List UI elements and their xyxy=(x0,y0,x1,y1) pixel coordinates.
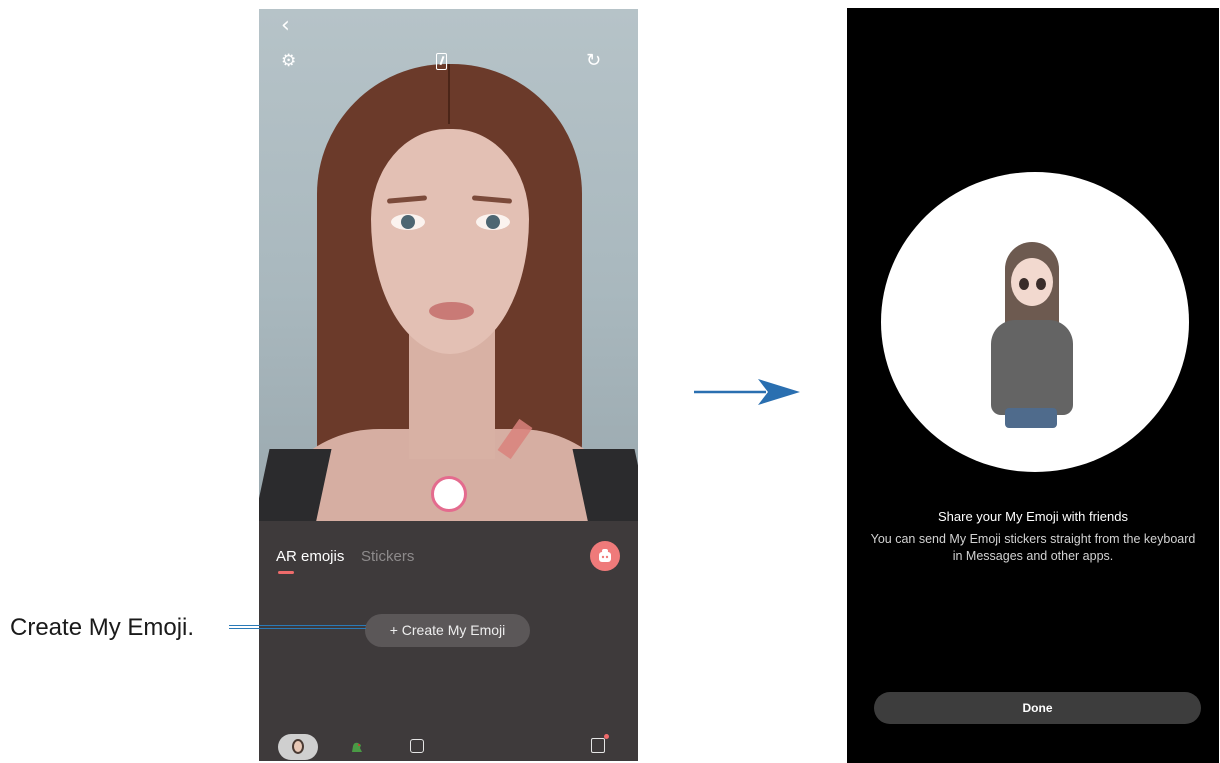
share-title: Share your My Emoji with friends xyxy=(937,509,1128,524)
done-button[interactable]: Done xyxy=(874,692,1201,724)
flow-arrow-icon xyxy=(694,379,800,405)
avatar-sweater xyxy=(991,320,1073,415)
subject-lips xyxy=(429,302,474,320)
avatar-jeans xyxy=(1005,408,1057,428)
my-emoji-button[interactable] xyxy=(590,541,620,571)
dinosaur-sticker-icon[interactable] xyxy=(350,740,364,754)
settings-gear-icon[interactable]: ⚙ xyxy=(281,53,296,70)
my-emoji-avatar-icon[interactable] xyxy=(278,734,318,760)
right-phone-screen: Share your My Emoji with friends You can… xyxy=(847,8,1219,763)
tab-ar-emojis[interactable]: AR emojis xyxy=(276,548,344,565)
camera-preview: ‹ ⚙ ↻ xyxy=(259,9,638,521)
subject-eye-left xyxy=(391,214,425,230)
store-bag-icon[interactable] xyxy=(591,738,605,753)
avatar-eye-left xyxy=(1019,278,1029,290)
left-phone-screen: ‹ ⚙ ↻ AR emojis Stickers + Create My Emo… xyxy=(259,9,638,761)
shutter-button[interactable] xyxy=(431,476,467,512)
switch-camera-icon[interactable]: ↻ xyxy=(586,52,601,70)
callout-leader-line xyxy=(229,625,366,629)
avatar-eye-right xyxy=(1036,278,1046,290)
ar-emoji-panel: AR emojis Stickers + Create My Emoji xyxy=(259,521,638,761)
sticker-settings-icon[interactable] xyxy=(410,739,424,753)
aspect-ratio-icon[interactable] xyxy=(436,53,447,70)
back-arrow-icon[interactable]: ‹ xyxy=(281,15,290,37)
emoji-preview-circle xyxy=(881,172,1189,472)
callout-label: Create My Emoji. xyxy=(10,614,195,641)
subject-eye-right xyxy=(476,214,510,230)
share-description: You can send My Emoji stickers straight … xyxy=(870,532,1196,563)
subject-hair-part xyxy=(448,64,450,124)
emoji-face-icon xyxy=(599,549,611,562)
avatar-face xyxy=(1011,258,1053,306)
notification-dot xyxy=(604,734,609,739)
create-my-emoji-button[interactable]: + Create My Emoji xyxy=(365,614,530,647)
tab-stickers[interactable]: Stickers xyxy=(361,548,414,565)
tab-selected-indicator xyxy=(278,571,294,574)
